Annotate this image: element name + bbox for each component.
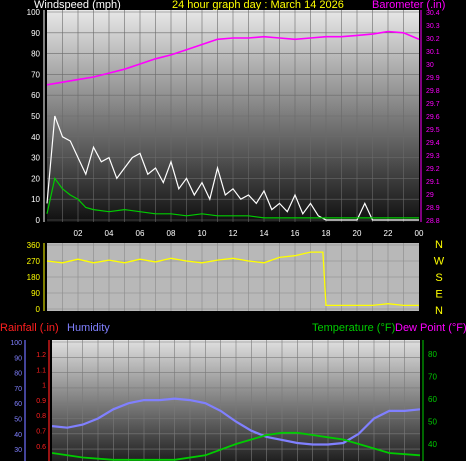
barometer-tick-label: 29.5 [426, 127, 440, 134]
compass-labels: NWSEN [434, 239, 445, 317]
humidity-tick-label: 30 [14, 447, 22, 454]
hour-tick-label: 04 [105, 229, 114, 238]
humidity-tick-label: 50 [14, 417, 22, 424]
barometer-tick-label: 29.4 [426, 140, 440, 147]
barometer-axis: 28.8 28.9 29 29.1 29.2 29.3 29.4 29.5 29.6 29.7 29… [420, 10, 440, 225]
hour-tick-label: 06 [136, 229, 145, 238]
humidity-tick-label: 100 [10, 340, 22, 347]
compass-label: N [435, 305, 443, 317]
windspeed-tick-label: 80 [31, 50, 40, 59]
hour-tick-label: 12 [229, 229, 238, 238]
hour-tick-label: 18 [322, 229, 331, 238]
humidity-tick-label: 90 [14, 355, 22, 362]
windspeed-tick-label: 10 [31, 195, 40, 204]
dew-point-label: Dew Point (°F) [395, 322, 466, 334]
rainfall-tick-label: 0.9 [36, 398, 46, 405]
humidity-tick-label: 40 [14, 432, 22, 439]
barometer-tick-label: 29.7 [426, 101, 440, 108]
barometer-tick-label: 29.3 [426, 153, 440, 160]
humidity-label: Humidity [67, 322, 110, 334]
windspeed-tick-label: 30 [31, 154, 40, 163]
temperature-label: Temperature (°F) [312, 322, 395, 334]
barometer-tick-label: 29.6 [426, 114, 440, 121]
windspeed-tick-label: 90 [31, 29, 40, 38]
temperature-tick-label: 80 [428, 350, 437, 359]
hour-tick-label: 20 [353, 229, 362, 238]
temperature-tick-label: 40 [428, 440, 437, 449]
humidity-tick-label: 80 [14, 371, 22, 378]
hour-axis: 02 04 06 08 10 12 14 16 18 20 22 00 [74, 229, 424, 238]
rainfall-tick-label: 1 [42, 383, 46, 390]
hour-tick-label: 16 [291, 229, 300, 238]
temperature-tick-label: 70 [428, 373, 437, 382]
windspeed-tick-label: 40 [31, 133, 40, 142]
barometer-tick-label: 29 [426, 192, 434, 199]
barometer-tick-label: 28.9 [426, 205, 440, 212]
wind-direction-axis: 0 90 180 270 360 [27, 241, 45, 314]
humidity-tick-label: 70 [14, 386, 22, 393]
rainfall-tick-label: 1.1 [36, 367, 46, 374]
compass-label: S [435, 272, 442, 284]
rainfall-label: Rainfall (.in) [0, 322, 59, 334]
hour-tick-label: 02 [74, 229, 83, 238]
direction-tick-label: 180 [27, 273, 41, 282]
compass-label: E [435, 289, 442, 301]
barometer-tick-label: 30.2 [426, 36, 440, 43]
direction-tick-label: 0 [36, 305, 41, 314]
graph-title: 24 hour graph day : March 14 2026 [172, 0, 344, 11]
barometer-tick-label: 29.2 [426, 166, 440, 173]
windspeed-tick-label: 20 [31, 174, 40, 183]
windspeed-axis: 0 10 20 30 40 50 60 70 80 90 100 [27, 8, 45, 225]
barometer-tick-label: 30.1 [426, 49, 440, 56]
humidity-tick-label: 60 [14, 401, 22, 408]
compass-label: N [435, 239, 443, 251]
windspeed-tick-label: 50 [31, 112, 40, 121]
temperature-tick-label: 60 [428, 395, 437, 404]
rainfall-tick-label: 1.2 [36, 352, 46, 359]
weather-graph: Windspeed (mph) 24 hour graph day : Marc… [0, 0, 466, 461]
barometer-tick-label: 30.4 [426, 10, 440, 17]
direction-tick-label: 360 [27, 241, 41, 250]
windspeed-tick-label: 60 [31, 91, 40, 100]
rainfall-tick-label: 0.8 [36, 413, 46, 420]
compass-label: W [434, 256, 445, 268]
hour-tick-label: 08 [167, 229, 176, 238]
windspeed-tick-label: 100 [27, 8, 41, 17]
windspeed-tick-label: 0 [36, 216, 41, 225]
windspeed-tick-label: 70 [31, 70, 40, 79]
barometer-tick-label: 29.8 [426, 88, 440, 95]
barometer-tick-label: 29.1 [426, 179, 440, 186]
direction-tick-label: 270 [27, 257, 41, 266]
hour-tick-label: 10 [198, 229, 207, 238]
direction-tick-label: 90 [31, 289, 40, 298]
barometer-tick-label: 29.9 [426, 75, 440, 82]
barometer-tick-label: 28.8 [426, 218, 440, 225]
rainfall-tick-label: 0.7 [36, 429, 46, 436]
windspeed-label: Windspeed (mph) [34, 0, 121, 11]
rainfall-tick-label: 0.6 [36, 444, 46, 451]
hour-tick-label: 14 [260, 229, 269, 238]
temperature-tick-label: 50 [428, 418, 437, 427]
barometer-tick-label: 30 [426, 62, 434, 69]
hour-tick-label: 00 [415, 229, 424, 238]
barometer-tick-label: 30.3 [426, 23, 440, 30]
hour-tick-label: 22 [384, 229, 393, 238]
